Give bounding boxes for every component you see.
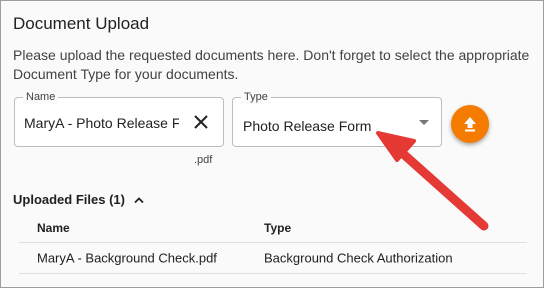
upload-icon xyxy=(464,117,476,132)
clear-name-button[interactable] xyxy=(191,112,211,132)
close-icon xyxy=(194,115,208,129)
table-header-row: Name Type xyxy=(19,213,527,243)
type-field-label: Type xyxy=(241,90,271,104)
upload-button[interactable] xyxy=(451,105,489,143)
panel-title: Document Upload xyxy=(13,14,150,33)
name-input[interactable]: MaryA - Photo Release Fo xyxy=(24,115,179,131)
file-type-cell: Background Check Authorization xyxy=(264,250,453,266)
uploaded-files-header: Uploaded Files (1) xyxy=(13,192,125,207)
file-name-cell: MaryA - Background Check.pdf xyxy=(37,250,217,266)
column-header-name: Name xyxy=(37,220,70,235)
panel-description: Please upload the requested documents he… xyxy=(13,47,530,82)
file-extension: .pdf xyxy=(194,154,213,166)
chevron-up-icon xyxy=(134,196,144,203)
uploaded-files-table: Name Type MaryA - Background Check.pdf B… xyxy=(19,213,527,274)
column-header-type: Type xyxy=(264,220,292,235)
document-upload-panel: Document Upload Please upload the reques… xyxy=(0,0,544,288)
uploaded-files-toggle[interactable]: Uploaded Files (1) xyxy=(13,192,145,207)
name-field-label: Name xyxy=(23,90,59,104)
dropdown-caret-icon[interactable] xyxy=(419,120,429,125)
type-selected-value: Photo Release Form xyxy=(243,118,372,134)
name-field[interactable]: Name MaryA - Photo Release Fo xyxy=(14,90,224,147)
type-select[interactable]: Type Photo Release Form xyxy=(232,90,442,147)
table-row[interactable]: MaryA - Background Check.pdf Background … xyxy=(19,243,527,274)
